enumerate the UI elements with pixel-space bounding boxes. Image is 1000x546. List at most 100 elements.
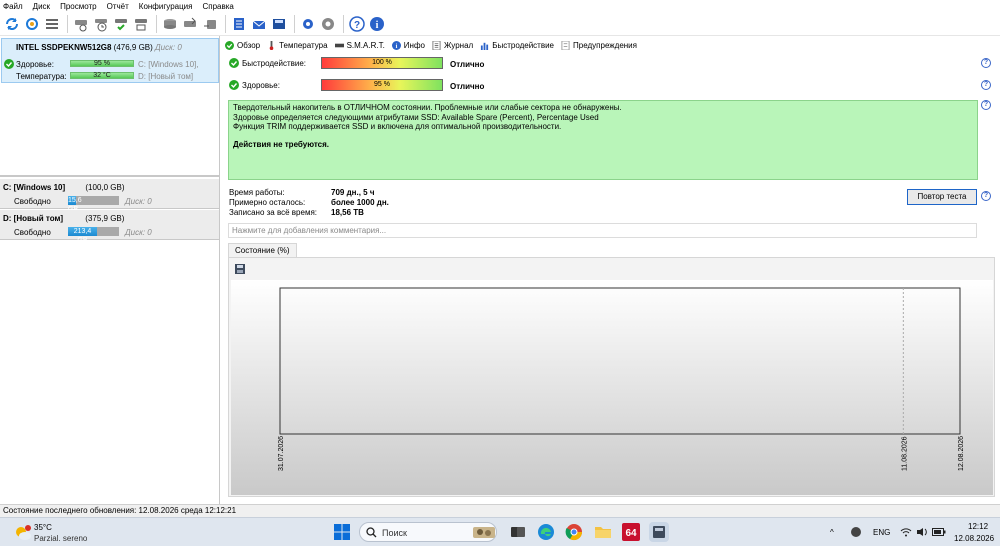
menu-report[interactable]: Отчёт — [107, 2, 129, 11]
drive-card-selected[interactable]: INTEL SSDPEKNW512G8 (476,9 GB) Диск: 0 З… — [1, 38, 219, 83]
free-label: Свободно — [14, 197, 51, 206]
stat-written: Записано за всё время: 18,56 TB — [229, 208, 364, 217]
warnings-icon — [561, 40, 570, 50]
toolbar-separator — [225, 14, 226, 33]
toolbar-separator — [67, 14, 68, 33]
partition-card-d[interactable]: D: [Новый том] (375,9 GB) Свободно 213,4… — [0, 210, 219, 244]
volume-icon[interactable] — [916, 527, 928, 537]
pane-divider[interactable] — [0, 175, 220, 177]
file-explorer-icon[interactable] — [593, 522, 613, 542]
help-icon[interactable]: ? — [981, 80, 991, 90]
tab-info[interactable]: i Инфо — [391, 40, 425, 50]
search-label: Поиск — [382, 528, 407, 538]
tab-warnings[interactable]: Предупреждения — [561, 40, 637, 50]
report-icon[interactable] — [230, 15, 248, 33]
tab-temperature[interactable]: Температура — [267, 40, 328, 50]
stat-remaining: Примерно осталось: более 1000 дн. — [229, 198, 389, 207]
health-summary-box: Твердотельный накопитель в ОТЛИЧНОМ сост… — [228, 100, 978, 180]
chart-tab-health[interactable]: Состояние (%) — [228, 243, 297, 257]
tray-overflow-icon[interactable]: ^ — [830, 528, 834, 537]
edge-icon[interactable] — [536, 522, 556, 542]
svg-text:?: ? — [354, 20, 360, 31]
partition-name: D: [Новый том] — [3, 214, 64, 223]
cylinder-icon[interactable] — [161, 15, 179, 33]
stat-power-on: Время работы: 709 дн., 5 ч — [229, 188, 375, 197]
disk-performance-icon[interactable] — [72, 15, 90, 33]
drive-list-pane: INTEL SSDPEKNW512G8 (476,9 GB) Диск: 0 З… — [0, 36, 220, 504]
clock-time[interactable]: 12:12 — [968, 522, 988, 531]
svg-text:i: i — [395, 43, 397, 50]
weather-temp: 35°C — [34, 523, 52, 532]
language-indicator[interactable]: ENG — [873, 528, 890, 537]
health-bar: 95 % — [70, 60, 134, 67]
disk-check-icon[interactable] — [112, 15, 130, 33]
task-view-icon[interactable] — [508, 522, 528, 542]
drive-partition-d: D: [Новый том] — [138, 72, 194, 81]
partition-size: (100,0 GB) — [85, 183, 125, 192]
refresh-icon[interactable] — [3, 15, 21, 33]
toolbar-separator — [343, 14, 344, 33]
menu-file[interactable]: Файл — [3, 2, 23, 11]
details-tabs: Обзор Температура S.M.A.R.T. i Инфо Журн… — [225, 39, 644, 51]
tab-log[interactable]: Журнал — [432, 40, 473, 50]
status-bar: Состояние последнего обновления: 12.08.2… — [0, 504, 1000, 517]
menu-config[interactable]: Конфигурация — [139, 2, 193, 11]
tab-overview[interactable]: Обзор — [225, 40, 260, 50]
summary-action: Действия не требуются. — [233, 139, 329, 149]
performance-bar: 100 % — [321, 57, 443, 69]
drive-list-icon[interactable] — [43, 15, 61, 33]
retest-button[interactable]: Повтор теста — [907, 189, 977, 205]
save-report-icon[interactable] — [270, 15, 288, 33]
options-icon[interactable] — [319, 15, 337, 33]
drive-size: (476,9 GB) — [113, 43, 153, 52]
taskbar-search[interactable]: Поиск — [359, 522, 497, 542]
menu-help[interactable]: Справка — [202, 2, 233, 11]
chrome-icon[interactable] — [564, 522, 584, 542]
hard-disk-sentinel-icon[interactable] — [649, 522, 669, 542]
summary-line: Здоровье определяется следующими атрибут… — [233, 112, 599, 122]
partition-card-c[interactable]: C: [Windows 10] (100,0 GB) Свободно 15,6… — [0, 179, 219, 213]
drive-title: INTEL SSDPEKNW512G8 (476,9 GB) Диск: 0 — [16, 43, 182, 52]
comment-input[interactable]: Нажмите для добавления комментария... — [228, 223, 977, 238]
health-row: Здоровье: — [229, 78, 334, 92]
disk-arrow-icon[interactable] — [181, 15, 199, 33]
svg-text:64: 64 — [625, 528, 637, 539]
refresh-all-icon[interactable] — [23, 15, 41, 33]
aida64-icon[interactable]: 64 — [621, 522, 641, 542]
free-space-fill: 15,6 GB — [68, 196, 82, 213]
weather-widget[interactable]: 35°C Parzial. sereno — [14, 521, 104, 545]
menu-bar: Файл Диск Просмотр Отчёт Конфигурация Сп… — [0, 0, 1000, 12]
health-chart-frame: 9595959531.07.202611.08.202612.08.2026 — [228, 257, 995, 497]
menu-disk[interactable]: Диск — [33, 2, 50, 11]
about-icon[interactable]: i — [368, 15, 386, 33]
x-tick-label: 31.07.2026 — [278, 436, 285, 471]
wifi-icon[interactable] — [900, 527, 912, 537]
health-status: Отлично — [450, 82, 485, 91]
free-space-fill: 213,4 GB — [68, 227, 97, 244]
battery-icon[interactable] — [932, 527, 946, 537]
start-icon[interactable] — [332, 522, 352, 542]
help-icon[interactable]: ? — [981, 58, 991, 68]
tray-app-icon[interactable] — [850, 526, 862, 538]
health-ok-icon — [4, 59, 14, 69]
disk-export-icon[interactable] — [201, 15, 219, 33]
disk-screen-icon[interactable] — [132, 15, 150, 33]
gear-icon[interactable] — [299, 15, 317, 33]
performance-icon — [480, 41, 489, 50]
disk-timer-icon[interactable] — [92, 15, 110, 33]
drive-disk-label: Диск: 0 — [155, 43, 182, 52]
mail-icon[interactable] — [250, 15, 268, 33]
partition-size: (375,9 GB) — [85, 214, 125, 223]
menu-view[interactable]: Просмотр — [60, 2, 97, 11]
tab-performance[interactable]: Быстродействие — [480, 41, 554, 50]
drive-partition-c: C: [Windows 10], — [138, 60, 199, 69]
help-icon[interactable]: ? — [348, 15, 366, 33]
help-icon[interactable]: ? — [981, 191, 991, 201]
plot-area — [279, 287, 961, 435]
tab-smart[interactable]: S.M.A.R.T. — [334, 41, 385, 50]
svg-text:i: i — [376, 20, 379, 31]
clock-date[interactable]: 12.08.2026 — [954, 534, 994, 543]
toolbar-separator — [294, 14, 295, 33]
help-icon[interactable]: ? — [981, 100, 991, 110]
partition-disk: Диск: 0 — [125, 197, 152, 206]
